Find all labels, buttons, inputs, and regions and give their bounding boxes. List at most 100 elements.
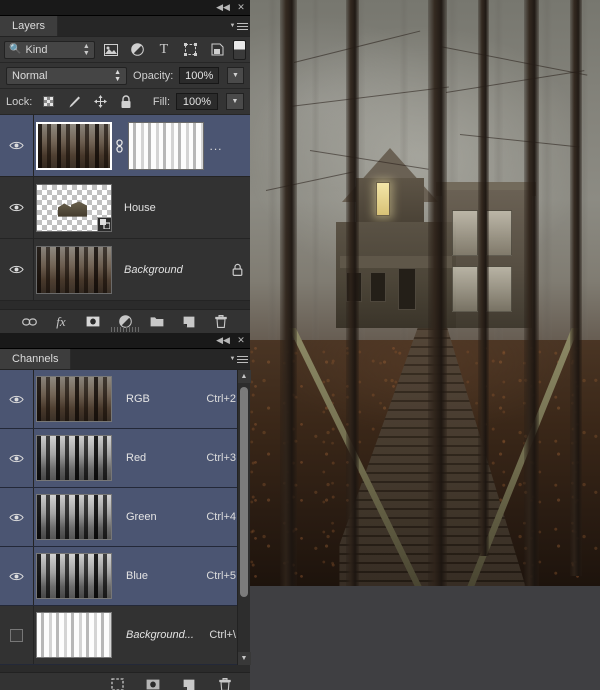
red-thumb-art: [37, 436, 111, 480]
channel-thumbnail[interactable]: [36, 435, 112, 481]
foreground-tree-trunk: [346, 0, 359, 586]
scroll-down-icon[interactable]: ▼: [238, 652, 251, 665]
foreground-tree-trunk: [280, 0, 297, 586]
collapse-left-icon[interactable]: ◀◀: [214, 333, 232, 349]
menu-lines: [237, 21, 248, 32]
layer-mask-thumbnail[interactable]: [128, 122, 204, 170]
delete-layer-button[interactable]: [212, 313, 230, 331]
house-window-pane: [452, 266, 478, 312]
save-selection-as-channel-button[interactable]: [144, 676, 162, 690]
channel-thumbnail[interactable]: [36, 494, 112, 540]
filter-pixel-icon[interactable]: [100, 40, 122, 60]
house-door: [398, 268, 416, 310]
tab-channels[interactable]: Channels: [0, 349, 71, 369]
smart-object-badge: [97, 217, 112, 232]
link-chain-icon[interactable]: [112, 139, 126, 153]
alpha-thumb-art: [37, 613, 111, 657]
table-row[interactable]: Green Ctrl+4: [0, 488, 250, 547]
lock-transparency-icon[interactable]: [38, 92, 58, 112]
canvas-document[interactable]: [250, 0, 600, 586]
layer-name-label[interactable]: Background: [112, 264, 224, 276]
lock-position-icon[interactable]: [90, 92, 110, 112]
scrollbar-track[interactable]: [238, 383, 250, 652]
channel-thumbnail[interactable]: [36, 612, 112, 658]
layers-list: ... House: [0, 115, 250, 301]
scroll-up-icon[interactable]: ▲: [238, 370, 251, 383]
eye-icon: [9, 202, 24, 213]
load-channel-as-selection-button[interactable]: [108, 676, 126, 690]
eye-icon: [9, 394, 24, 405]
opacity-input[interactable]: 100%: [179, 67, 219, 84]
eye-icon: [9, 264, 24, 275]
fill-input[interactable]: 100%: [176, 93, 218, 110]
mask-thumb-art: [129, 123, 203, 169]
channel-visibility-toggle[interactable]: [0, 429, 34, 487]
channel-thumbnail[interactable]: [36, 553, 112, 599]
panel-dock: ◀◀ ✕ Layers ▼ 🔍 Kind ▲▼ T: [0, 0, 250, 690]
table-row[interactable]: Background: [0, 239, 250, 301]
scrollbar-thumb[interactable]: [240, 387, 248, 597]
channel-visibility-toggle[interactable]: [0, 488, 34, 546]
filter-type-icon[interactable]: T: [153, 40, 175, 60]
filter-kind-select[interactable]: 🔍 Kind ▲▼: [4, 41, 95, 59]
layer-thumbnail[interactable]: [36, 246, 112, 294]
blue-thumb-art: [37, 554, 111, 598]
table-row[interactable]: House: [0, 177, 250, 239]
blend-mode-value: Normal: [12, 70, 47, 82]
eye-icon: [9, 571, 24, 582]
fill-dropdown-icon[interactable]: ▼: [226, 93, 244, 110]
canvas-area[interactable]: [250, 0, 600, 690]
channel-visibility-toggle[interactable]: [0, 370, 34, 428]
table-row[interactable]: RGB Ctrl+2: [0, 370, 250, 429]
search-icon: 🔍: [9, 44, 21, 55]
visibility-checkbox-empty: [10, 629, 23, 642]
filter-enable-toggle[interactable]: [233, 40, 246, 60]
channel-thumbnail[interactable]: [36, 376, 112, 422]
layer-filter-row: 🔍 Kind ▲▼ T: [0, 37, 250, 63]
tab-layers[interactable]: Layers: [0, 16, 58, 36]
layer-name-label[interactable]: House: [112, 202, 250, 214]
green-thumb-art: [37, 495, 111, 539]
panel-menu-icon[interactable]: ▼: [228, 349, 250, 369]
table-row[interactable]: ...: [0, 115, 250, 177]
house-gable-face: [356, 178, 424, 224]
layer-thumbnail[interactable]: [36, 184, 112, 232]
add-layer-mask-button[interactable]: [84, 313, 102, 331]
panel-resize-grip[interactable]: [111, 327, 139, 332]
opacity-dropdown-icon[interactable]: ▼: [227, 67, 244, 84]
channels-vertical-scrollbar[interactable]: ▲ ▼: [237, 370, 250, 665]
channel-visibility-toggle[interactable]: [0, 606, 34, 664]
channel-visibility-toggle[interactable]: [0, 547, 34, 605]
layers-empty-area: [0, 301, 250, 309]
eye-icon: [9, 140, 24, 151]
blend-opacity-row: Normal ▲▼ Opacity: 100% ▼: [0, 63, 250, 89]
layer-visibility-toggle[interactable]: [0, 239, 34, 300]
panel-menu-icon[interactable]: ▼: [228, 16, 250, 36]
close-icon[interactable]: ✕: [232, 333, 250, 349]
forest-thumb-art: [38, 124, 110, 168]
table-row[interactable]: Background... Ctrl+\: [0, 606, 250, 665]
filter-shape-icon[interactable]: [180, 40, 202, 60]
filter-smart-object-icon[interactable]: [206, 40, 228, 60]
channels-empty-area: [0, 665, 250, 672]
new-channel-button[interactable]: [180, 676, 198, 690]
table-row[interactable]: Red Ctrl+3: [0, 429, 250, 488]
lock-row: Lock: Fill: 100% ▼: [0, 89, 250, 115]
layer-style-fx-button[interactable]: fx: [52, 313, 70, 331]
new-group-button[interactable]: [148, 313, 166, 331]
close-icon[interactable]: ✕: [232, 0, 250, 16]
tab-bar-empty: [58, 16, 228, 36]
table-row[interactable]: Blue Ctrl+5: [0, 547, 250, 606]
lock-image-pixels-icon[interactable]: [64, 92, 84, 112]
layer-visibility-toggle[interactable]: [0, 115, 34, 176]
collapse-left-icon[interactable]: ◀◀: [214, 0, 232, 16]
new-layer-button[interactable]: [180, 313, 198, 331]
layer-visibility-toggle[interactable]: [0, 177, 34, 238]
link-layers-button[interactable]: [20, 313, 38, 331]
filter-adjustment-icon[interactable]: [126, 40, 148, 60]
blend-mode-select[interactable]: Normal ▲▼: [6, 67, 127, 85]
delete-channel-button[interactable]: [216, 676, 234, 690]
eye-icon: [9, 512, 24, 523]
layer-thumbnail[interactable]: [36, 122, 112, 170]
lock-all-icon[interactable]: [116, 92, 136, 112]
